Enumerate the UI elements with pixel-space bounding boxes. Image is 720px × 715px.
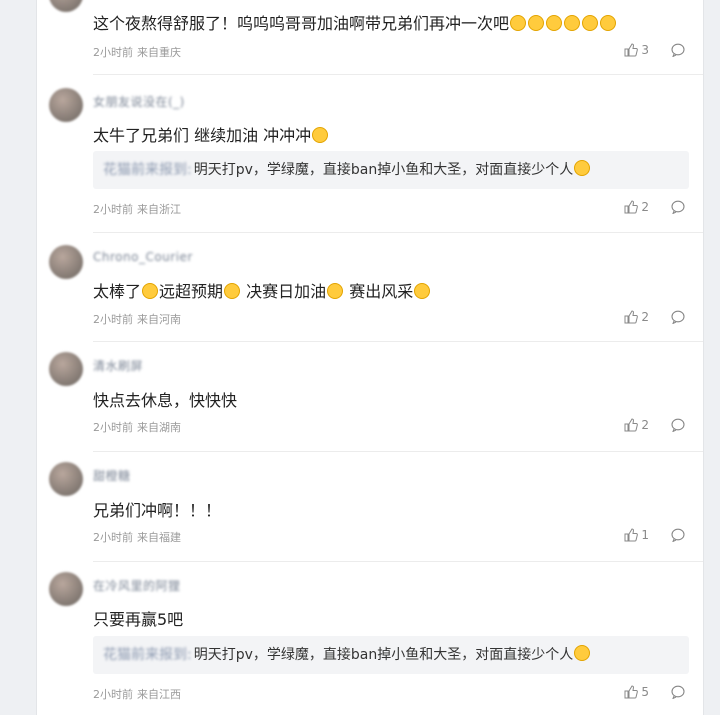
emoji-icon [312,127,329,143]
quoted-user[interactable]: 花猫前来报到: [103,162,192,178]
comment-icon [671,418,685,432]
comment-meta: 2小时前 来自湖南 [93,419,181,435]
avatar[interactable] [49,352,83,386]
divider [93,561,703,562]
user-nickname[interactable]: 在冷风里的阿狸 [93,577,181,594]
comment-location: 来自湖南 [137,421,181,434]
like-count: 1 [641,528,649,542]
reply-button[interactable] [671,418,685,432]
like-button[interactable]: 2 [624,200,649,214]
comment-text: 太牛了兄弟们 继续加油 冲冲冲 [93,122,329,146]
divider [93,74,703,75]
user-nickname[interactable]: 甜橙糖 [93,467,131,484]
avatar[interactable] [49,0,83,12]
comment-icon [671,310,685,324]
user-nickname[interactable]: 清水刷屏 [93,357,143,374]
comment-location: 来自重庆 [137,46,181,59]
reply-button[interactable] [671,528,685,542]
like-count: 5 [641,685,649,699]
comment-text: 太棒了 远超预期 决赛日加油 赛出风采 [93,278,431,302]
comment-time: 2小时前 [93,313,133,326]
like-count: 2 [641,310,649,324]
thumbs-up-icon [624,685,639,699]
thumbs-up-icon [624,418,639,432]
thumbs-up-icon [624,310,639,324]
divider [93,232,703,233]
reply-button[interactable] [671,310,685,324]
avatar[interactable] [49,245,83,279]
like-button[interactable]: 3 [624,43,649,57]
comment-text: 只要再赢5吧 [93,610,184,629]
comment-location: 来自福建 [137,531,181,544]
like-count: 2 [641,200,649,214]
emoji-icon [414,283,431,299]
comment-actions: 2 [624,418,685,432]
like-count: 2 [641,418,649,432]
emoji-icon [224,283,241,299]
quoted-comment[interactable]: 花猫前来报到: 明天打pv，学绿魔，直接ban掉小鱼和大圣，对面直接少个人 [93,151,689,189]
emoji-icon [142,283,159,299]
comment-icon [671,528,685,542]
comment-location: 来自浙江 [137,203,181,216]
comment-time: 2小时前 [93,203,133,216]
emoji-icon [574,160,591,176]
comment-actions: 5 [624,685,685,699]
comment-text: 快点去休息，快快快 [93,391,238,410]
comment-meta: 2小时前 来自河南 [93,311,181,327]
clap-icon [327,283,344,299]
quoted-text: 明天打pv，学绿魔，直接ban掉小鱼和大圣，对面直接少个人 [193,162,574,178]
like-button[interactable]: 2 [624,310,649,324]
reply-button[interactable] [671,685,685,699]
comment-text: 兄弟们冲啊！！！ [93,501,222,520]
reply-button[interactable] [671,200,685,214]
like-button[interactable]: 5 [624,685,649,699]
comment-meta: 2小时前 来自浙江 [93,201,181,217]
thumbs-up-icon [624,43,639,57]
comment-location: 来自江西 [137,688,181,701]
like-count: 3 [641,43,649,57]
quoted-text: 明天打pv，学绿魔，直接ban掉小鱼和大圣，对面直接少个人 [193,647,574,663]
comment-actions: 3 [624,43,685,57]
avatar[interactable] [49,462,83,496]
divider [93,451,703,452]
user-nickname[interactable]: 女朋友说没在(_) [93,93,185,110]
comment-panel: 这个夜熬得舒服了！呜呜呜哥哥加油啊带兄弟们再冲一次吧 2小时前 来自重庆 3 女朋… [36,0,704,715]
comment-text: 这个夜熬得舒服了！呜呜呜哥哥加油啊带兄弟们再冲一次吧 [93,10,617,34]
avatar[interactable] [49,88,83,122]
comment-icon [671,685,685,699]
reply-button[interactable] [671,43,685,57]
comment-time: 2小时前 [93,421,133,434]
like-button[interactable]: 1 [624,528,649,542]
comment-meta: 2小时前 来自福建 [93,529,181,545]
thumbs-up-icon [624,200,639,214]
quoted-comment[interactable]: 花猫前来报到: 明天打pv，学绿魔，直接ban掉小鱼和大圣，对面直接少个人 [93,636,689,674]
avatar[interactable] [49,572,83,606]
emoji-icon [574,645,591,661]
quoted-user[interactable]: 花猫前来报到: [103,647,192,663]
comment-time: 2小时前 [93,688,133,701]
divider [93,341,703,342]
comment-actions: 2 [624,200,685,214]
comment-icon [671,200,685,214]
comment-time: 2小时前 [93,531,133,544]
comment-meta: 2小时前 来自重庆 [93,44,181,60]
comment-time: 2小时前 [93,46,133,59]
user-nickname[interactable]: Chrono_Courier [93,250,193,264]
comment-icon [671,43,685,57]
comment-actions: 2 [624,310,685,324]
thumbs-up-icon [624,528,639,542]
comment-meta: 2小时前 来自江西 [93,686,181,702]
comment-actions: 1 [624,528,685,542]
emoji-icon [509,14,617,33]
comment-location: 来自河南 [137,313,181,326]
like-button[interactable]: 2 [624,418,649,432]
